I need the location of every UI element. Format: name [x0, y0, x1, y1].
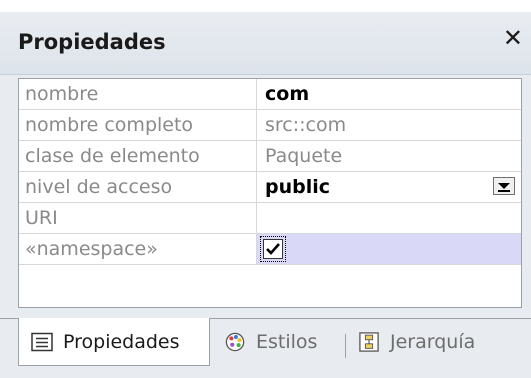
tab-label: Propiedades	[63, 331, 180, 353]
tab-bar: Propiedades Estilos Jerarquía	[0, 318, 531, 378]
properties-list-icon	[31, 332, 53, 352]
panel-header: Propiedades ✕	[0, 0, 531, 75]
property-name: nombre completo	[19, 110, 257, 140]
property-row-namespace: «namespace»	[19, 234, 521, 265]
properties-grid: nombre com nombre completo src::com clas…	[18, 78, 522, 308]
close-icon[interactable]: ✕	[503, 26, 523, 50]
property-name: «namespace»	[19, 234, 257, 264]
namespace-value-cell	[257, 234, 521, 264]
uri-field[interactable]	[257, 203, 521, 233]
panel-title: Propiedades	[18, 30, 166, 54]
property-row-uri: URI	[19, 203, 521, 234]
property-name: URI	[19, 203, 257, 233]
dropdown-arrow-icon[interactable]	[493, 177, 515, 195]
property-name: nombre	[19, 79, 257, 109]
property-name: clase de elemento	[19, 141, 257, 171]
tab-jerarquia[interactable]: Jerarquía	[346, 318, 516, 366]
tab-label: Estilos	[256, 331, 318, 353]
access-level-value: public	[265, 176, 331, 198]
property-row-nombre: nombre com	[19, 79, 521, 110]
properties-panel: Propiedades ✕ nombre com nombre completo…	[0, 0, 531, 378]
property-row-nombre-completo: nombre completo src::com	[19, 110, 521, 141]
property-row-clase-de-elemento: clase de elemento Paquete	[19, 141, 521, 172]
tab-propiedades[interactable]: Propiedades	[18, 318, 210, 366]
tab-label: Jerarquía	[390, 331, 476, 353]
access-level-select[interactable]: public	[257, 172, 521, 202]
property-value-readonly: src::com	[265, 114, 347, 136]
property-value-field[interactable]: com	[257, 79, 521, 109]
palette-icon	[225, 332, 245, 352]
property-name: nivel de acceso	[19, 172, 257, 202]
property-row-nivel-de-acceso: nivel de acceso public	[19, 172, 521, 203]
property-value-readonly: Paquete	[265, 145, 343, 167]
namespace-checkbox[interactable]	[260, 236, 286, 262]
properties-content: nombre com nombre completo src::com clas…	[0, 75, 531, 318]
hierarchy-icon	[359, 332, 379, 352]
tab-estilos[interactable]: Estilos	[212, 318, 344, 366]
checkmark-icon	[266, 243, 280, 255]
